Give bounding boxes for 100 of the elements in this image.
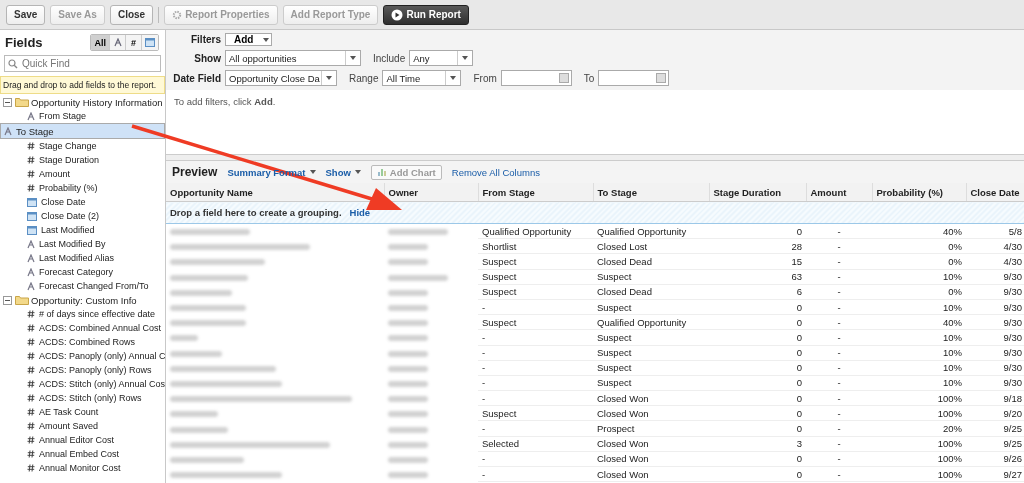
table-cell: 0 (796, 407, 802, 419)
field-item[interactable]: Probability (%) (0, 181, 165, 195)
table-cell: 9/26 (1003, 453, 1022, 465)
field-item[interactable]: ACDS: Combined Annual Cost (0, 321, 165, 335)
field-item[interactable]: Last Modified By (0, 237, 165, 251)
field-item[interactable]: ACDS: Combined Rows (0, 335, 165, 349)
preview-title: Preview (172, 165, 218, 179)
field-item[interactable]: AE Task Count (0, 405, 165, 419)
field-item[interactable]: Last Modified (0, 223, 165, 237)
table-cell: Closed Won (597, 468, 649, 480)
toolbar-button[interactable]: Save (6, 4, 46, 25)
table-cell: 10% (943, 301, 962, 313)
table-cell: 0 (796, 423, 802, 435)
table-cell: 0 (796, 225, 802, 237)
add-filter-button[interactable]: Add (225, 33, 273, 46)
field-item[interactable]: Close Date (2) (0, 209, 165, 223)
table-cell: 9/30 (1003, 316, 1022, 328)
table-cell: 10% (943, 362, 962, 374)
field-item[interactable]: ACDS: Panoply (only) Annual C (0, 349, 165, 363)
column-header[interactable]: Probability (%) (872, 183, 966, 202)
field-item[interactable]: ACDS: Stitch (only) Rows (0, 391, 165, 405)
table-cell: - (837, 392, 841, 404)
table-cell: - (482, 453, 486, 465)
field-item[interactable]: Forecast Changed From/To (0, 279, 165, 293)
field-item[interactable]: Stage Change (0, 139, 165, 153)
table-cell: - (482, 377, 486, 389)
table-cell: 0 (796, 331, 802, 343)
redacted-text (388, 380, 428, 387)
date-input[interactable] (500, 70, 572, 86)
table-cell: 15 (791, 255, 802, 267)
field-group[interactable]: Opportunity History Information (31, 96, 163, 108)
table-cell: 40% (943, 225, 962, 237)
field-item[interactable]: From Stage (0, 109, 165, 123)
folder-icon (15, 295, 29, 305)
range-dropdown[interactable]: All Time (382, 70, 462, 86)
column-header[interactable]: From Stage (478, 183, 593, 202)
field-label: Date Field (172, 72, 221, 84)
hide-link[interactable]: Hide (349, 207, 371, 218)
column-header[interactable]: Close Date (966, 183, 1024, 202)
show-menu[interactable]: Show (325, 166, 351, 178)
field-item[interactable]: Close Date (0, 195, 165, 209)
column-header[interactable]: Stage Duration (709, 183, 806, 202)
remove-columns-link[interactable]: Remove All Columns (451, 166, 540, 178)
column-header[interactable]: Amount (806, 183, 872, 202)
field-item[interactable]: # of days since effective date (0, 307, 165, 321)
table-cell: Prospect (597, 423, 635, 435)
redacted-text (388, 229, 448, 236)
table-cell: Closed Won (597, 453, 649, 465)
grouping-hint: Drop a field here to create a grouping. (170, 207, 342, 218)
hash-icon (27, 310, 35, 318)
field-item[interactable]: Annual Embed Cost (0, 447, 165, 461)
field-item[interactable]: Amount (0, 167, 165, 181)
panel-title: Fields (5, 35, 43, 50)
table-cell: 9/30 (1003, 377, 1022, 389)
redacted-text (388, 441, 428, 448)
show-dropdown[interactable]: All opportunities (225, 50, 361, 66)
field-item[interactable]: Last Modified Alias (0, 251, 165, 265)
table-cell: Qualified Opportunity (482, 225, 572, 237)
redacted-text (388, 350, 428, 357)
field-item[interactable]: Amount Saved (0, 419, 165, 433)
date-input[interactable] (598, 70, 670, 86)
column-header[interactable]: To Stage (593, 183, 709, 202)
field-item[interactable]: Forecast Category (0, 265, 165, 279)
redacted-text (170, 289, 232, 296)
table-cell: - (837, 255, 841, 267)
toolbar-button[interactable]: Close (109, 4, 154, 25)
table-cell: - (837, 347, 841, 359)
table-cell: Suspect (597, 377, 632, 389)
field-item[interactable]: Annual Editor Cost (0, 433, 165, 447)
include-dropdown[interactable]: Any (409, 50, 474, 66)
table-cell: 3 (796, 438, 802, 450)
table-cell: - (482, 301, 486, 313)
table-cell: 9/30 (1003, 331, 1022, 343)
run-report-button[interactable]: Run Report (383, 4, 469, 25)
field-item[interactable]: To Stage (0, 123, 165, 139)
table-cell: 20% (943, 423, 962, 435)
search-field[interactable]: Quick Find (4, 55, 161, 72)
folder-icon (15, 97, 29, 107)
table-cell: 4/30 (1003, 240, 1022, 252)
redacted-text (170, 350, 222, 357)
table-cell: - (482, 468, 486, 480)
table-cell: 0% (948, 240, 962, 252)
field-group[interactable]: Opportunity: Custom Info (31, 294, 137, 306)
collapse-toggle-icon[interactable] (3, 97, 12, 107)
field-label: Show (193, 52, 221, 64)
field-item[interactable]: Annual Monitor Cost (0, 461, 165, 475)
field-item[interactable]: ACDS: Stitch (only) Annual Cos (0, 377, 165, 391)
table-cell: 100% (937, 438, 962, 450)
table-cell: 5/8 (1008, 225, 1022, 237)
table-cell: Closed Dead (597, 286, 652, 298)
field-item[interactable]: ACDS: Panoply (only) Rows (0, 363, 165, 377)
text-type-icon (27, 281, 35, 291)
table-cell: - (837, 316, 841, 328)
collapse-toggle-icon[interactable] (3, 295, 12, 305)
column-header[interactable]: Owner (384, 183, 478, 202)
field-item[interactable]: Stage Duration (0, 153, 165, 167)
table-cell: Suspect (482, 407, 517, 419)
column-header[interactable]: Opportunity Name (166, 183, 384, 202)
date-field-dropdown[interactable]: Opportunity Close Da (225, 70, 337, 86)
field-label: Range (349, 72, 379, 84)
